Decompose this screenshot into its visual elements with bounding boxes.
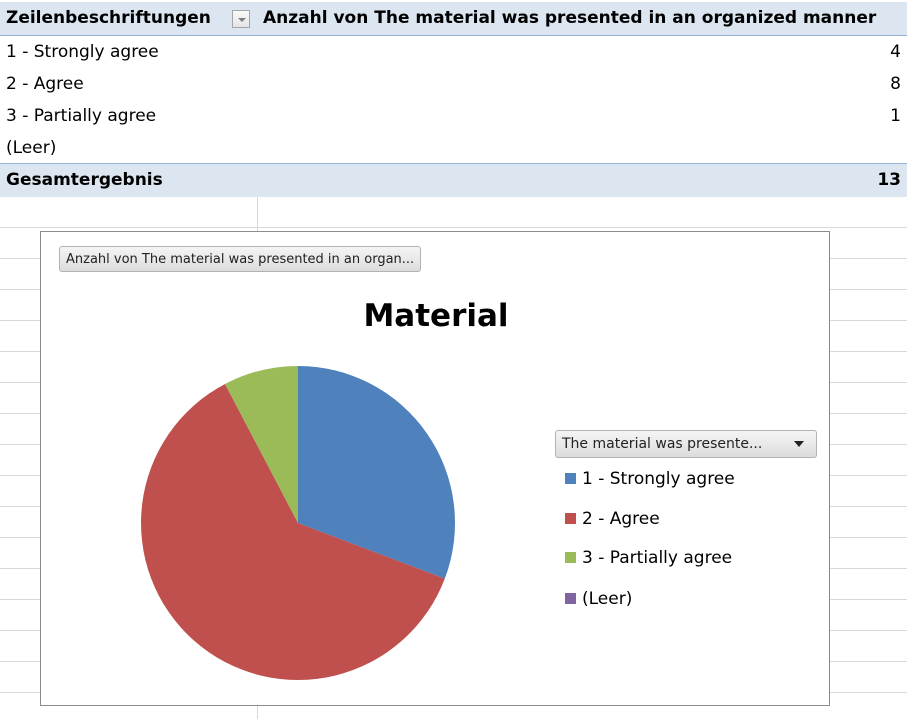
row-value: 8 (890, 74, 901, 94)
pivot-header-row: Zeilenbeschriftungen Anzahl von The mate… (0, 2, 907, 36)
row-label: 2 - Agree (6, 74, 84, 94)
legend-item: (Leer) (565, 587, 632, 611)
legend-item: 3 - Partially agree (565, 546, 732, 570)
legend-label: 3 - Partially agree (582, 548, 733, 568)
total-value: 13 (877, 170, 901, 190)
row-labels-header[interactable]: Zeilenbeschriftungen (6, 2, 211, 34)
legend-swatch (565, 551, 576, 563)
legend-label: 1 - Strongly agree (582, 469, 735, 489)
grid-line (0, 227, 907, 228)
row-labels-filter-button[interactable] (232, 10, 250, 28)
legend-item: 2 - Agree (565, 507, 660, 531)
chevron-down-icon (794, 441, 804, 447)
legend-swatch (565, 512, 576, 524)
pivot-total-row[interactable]: Gesamtergebnis 13 (0, 163, 907, 197)
row-value: 1 (890, 106, 901, 126)
pivot-row[interactable]: 2 - Agree 8 (0, 68, 907, 100)
pivot-chart[interactable]: Anzahl von The material was presented in… (40, 231, 830, 706)
legend-field-label: The material was presente... (562, 436, 763, 452)
legend-label: 2 - Agree (582, 509, 660, 529)
legend-field-button[interactable]: The material was presente... (555, 430, 817, 458)
legend-swatch (565, 592, 576, 604)
row-label: 1 - Strongly agree (6, 42, 159, 62)
total-label: Gesamtergebnis (6, 170, 163, 190)
row-label: (Leer) (6, 138, 57, 158)
value-field-header[interactable]: Anzahl von The material was presented in… (263, 2, 876, 34)
row-value: 4 (890, 42, 901, 62)
pivot-row[interactable]: 3 - Partially agree 1 (0, 100, 907, 132)
legend-swatch (565, 472, 576, 484)
legend-label: (Leer) (582, 589, 633, 609)
pivot-row[interactable]: 1 - Strongly agree 4 (0, 36, 907, 68)
pivot-row[interactable]: (Leer) (0, 132, 907, 164)
legend-item: 1 - Strongly agree (565, 467, 735, 491)
row-label: 3 - Partially agree (6, 106, 157, 126)
